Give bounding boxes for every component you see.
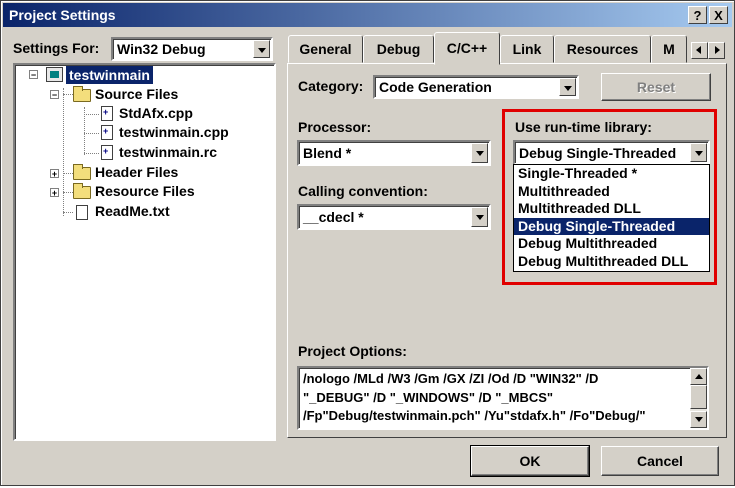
tree-item-file[interactable]: testwinmain.rc (119, 144, 217, 160)
project-options-label: Project Options: (298, 343, 407, 359)
tree-item-resource-files[interactable]: Resource Files (95, 183, 195, 199)
category-dropdown-button[interactable] (559, 78, 576, 96)
expand-header-files-icon[interactable]: + (50, 169, 59, 179)
project-settings-dialog: Project Settings ? X Settings For: Win32… (0, 0, 735, 486)
tree-item-readme[interactable]: ReadMe.txt (95, 203, 170, 219)
runtime-option-selected[interactable]: Debug Single-Threaded (514, 217, 709, 236)
options-line: /nologo /MLd /W3 /Gm /GX /ZI /Od /D "WIN… (303, 371, 599, 386)
processor-label: Processor: (298, 119, 372, 135)
runtime-library-label: Use run-time library: (515, 119, 652, 135)
scroll-down-icon[interactable] (690, 411, 707, 428)
tree-item-file[interactable]: StdAfx.cpp (119, 105, 193, 121)
window-title: Project Settings (9, 7, 116, 23)
runtime-library-combo[interactable]: Debug Single-Threaded (513, 140, 710, 165)
tab-resources[interactable]: Resources (554, 35, 651, 63)
title-bar[interactable]: Project Settings ? X (3, 3, 732, 27)
tree-item-project[interactable]: testwinmain (66, 66, 153, 84)
folder-icon (73, 164, 91, 180)
cpp-file-icon (101, 125, 113, 140)
project-workspace-icon (46, 67, 63, 82)
tab-truncated[interactable]: M (651, 35, 687, 63)
processor-dropdown-button[interactable] (471, 143, 488, 163)
runtime-option[interactable]: Debug Multithreaded DLL (514, 253, 709, 271)
settings-for-value: Win32 Debug (117, 41, 206, 57)
project-name: testwinmain (66, 66, 153, 84)
options-line: "_DEBUG" /D "_WINDOWS" /D "_MBCS" (303, 389, 554, 405)
scroll-up-icon[interactable] (690, 368, 707, 385)
scroll-thumb[interactable] (690, 385, 707, 409)
tree-item-file[interactable]: testwinmain.cpp (119, 124, 229, 140)
processor-combo[interactable]: Blend * (297, 140, 491, 166)
calling-convention-dropdown-button[interactable] (471, 207, 488, 227)
project-options-textbox[interactable]: /nologo /MLd /W3 /Gm /GX /ZI /Od /D "WIN… (297, 366, 709, 430)
settings-for-dropdown-button[interactable] (253, 40, 270, 58)
runtime-option[interactable]: Multithreaded DLL (514, 200, 709, 218)
category-combo[interactable]: Code Generation (373, 75, 579, 99)
help-button[interactable]: ? (688, 6, 707, 24)
tab-scroll-left-icon[interactable] (691, 42, 708, 59)
ok-button[interactable]: OK (470, 445, 590, 477)
tab-scroll-right-icon[interactable] (708, 42, 725, 59)
processor-value: Blend * (303, 145, 352, 161)
runtime-option[interactable]: Single-Threaded * (514, 165, 709, 183)
calling-convention-combo[interactable]: __cdecl * (297, 204, 491, 230)
tab-debug[interactable]: Debug (363, 35, 434, 63)
tree-item-header-files[interactable]: Header Files (95, 164, 178, 180)
category-label: Category: (298, 78, 364, 94)
tab-general[interactable]: General (288, 35, 363, 63)
folder-open-icon (73, 86, 91, 102)
settings-for-label: Settings For: (13, 40, 100, 56)
tab-c-cpp[interactable]: C/C++ (434, 32, 500, 65)
tab-link[interactable]: Link (500, 35, 554, 63)
expand-resource-files-icon[interactable]: + (50, 188, 59, 198)
options-line: /Fp"Debug/testwinmain.pch" /Yu"stdafx.h"… (303, 408, 646, 423)
calling-convention-value: __cdecl * (303, 209, 364, 225)
reset-button[interactable]: Reset (601, 73, 711, 101)
runtime-option[interactable]: Multithreaded (514, 183, 709, 201)
project-options-text: /nologo /MLd /W3 /Gm /GX /ZI /Od /D "WIN… (303, 370, 687, 426)
collapse-project-icon[interactable]: − (29, 70, 38, 80)
category-value: Code Generation (379, 79, 492, 95)
runtime-library-value: Debug Single-Threaded (519, 145, 677, 161)
cpp-file-icon (101, 106, 113, 121)
rc-file-icon (101, 145, 113, 160)
options-scrollbar[interactable] (690, 368, 707, 428)
project-tree[interactable]: − testwinmain − Source Files StdAfx.cpp … (13, 63, 276, 441)
settings-for-combo[interactable]: Win32 Debug (111, 37, 273, 61)
text-file-icon (76, 205, 88, 220)
close-button[interactable]: X (709, 6, 728, 24)
runtime-library-dropdown-button[interactable] (690, 143, 707, 162)
runtime-option[interactable]: Debug Multithreaded (514, 235, 709, 253)
tree-item-source-files[interactable]: Source Files (95, 86, 178, 102)
cancel-button[interactable]: Cancel (601, 446, 719, 476)
folder-icon (73, 183, 91, 199)
calling-convention-label: Calling convention: (298, 183, 428, 199)
runtime-library-dropdown-list[interactable]: Single-Threaded * Multithreaded Multithr… (513, 164, 710, 272)
collapse-source-files-icon[interactable]: − (50, 90, 59, 100)
